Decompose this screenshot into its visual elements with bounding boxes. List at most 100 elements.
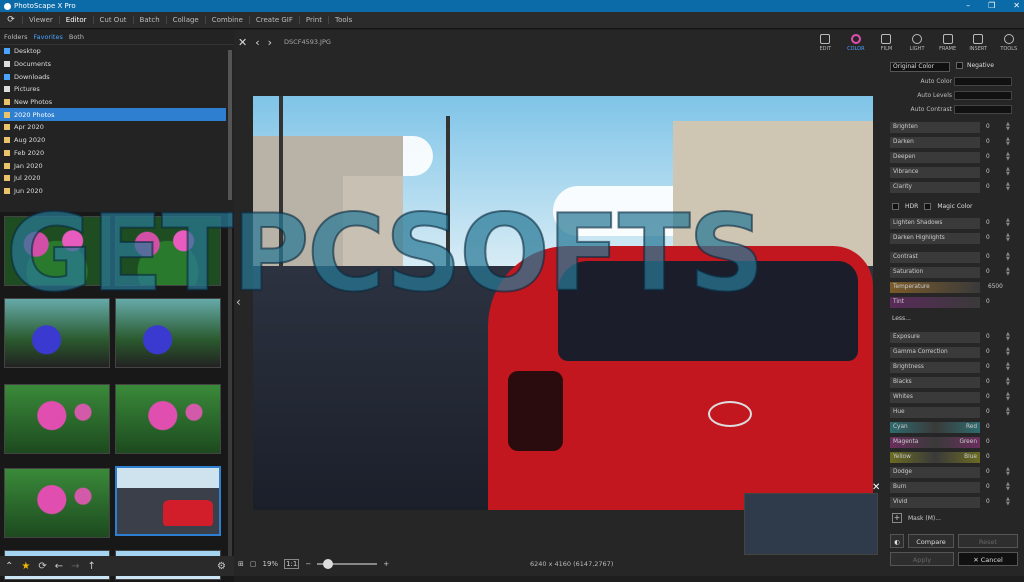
stepper-icon[interactable]: ▲ ▼ [1006, 407, 1010, 417]
menu-editor[interactable]: Editor [58, 16, 93, 24]
compare-split-icon[interactable]: ◐ [890, 534, 904, 548]
tab-folders[interactable]: Folders [4, 33, 27, 41]
slider-darken[interactable]: Darken 0 ▲ ▼ [890, 137, 1018, 149]
stepper-icon[interactable]: ▲ ▼ [1006, 218, 1010, 228]
folder-item[interactable]: Downloads [0, 70, 234, 83]
maximize-button[interactable]: ❐ [988, 0, 995, 12]
slider-magenta-green[interactable]: Magenta Green [890, 437, 980, 448]
folder-item[interactable]: Pictures [0, 83, 234, 96]
auto-contrast-select[interactable] [954, 105, 1012, 114]
stepper-icon[interactable]: ▲ ▼ [1006, 482, 1010, 492]
tool-light[interactable]: LIGHT [902, 30, 933, 56]
less-toggle[interactable]: Less... [892, 315, 911, 322]
parent-folder-icon[interactable]: ↑ [88, 561, 96, 572]
menu-tools[interactable]: Tools [327, 16, 358, 24]
minimize-button[interactable]: – [966, 0, 970, 12]
color-mode-select[interactable]: Original Color [890, 62, 950, 72]
refresh-icon[interactable]: ⟳ [38, 561, 46, 572]
folder-scrollbar[interactable] [228, 50, 232, 200]
forward-arrow-icon[interactable]: → [71, 561, 79, 572]
tool-color[interactable]: COLOR [841, 30, 872, 56]
gear-icon[interactable]: ⚙ [217, 561, 226, 572]
prev-image-icon[interactable]: ‹ [255, 36, 259, 49]
tab-both[interactable]: Both [69, 33, 84, 41]
plus-icon[interactable]: + [892, 513, 902, 523]
slider-value[interactable]: 0 [986, 454, 990, 460]
folder-item[interactable]: Jul 2020 [0, 172, 234, 185]
stepper-icon[interactable]: ▲ ▼ [1006, 167, 1010, 177]
cancel-button[interactable]: ✕ Cancel [958, 552, 1018, 566]
negative-checkbox[interactable] [956, 62, 963, 69]
menu-print[interactable]: Print [298, 16, 328, 24]
menu-viewer[interactable]: Viewer [22, 16, 59, 24]
home-icon[interactable]: ⟳ [0, 15, 22, 25]
slider-value[interactable]: 0 [986, 154, 990, 160]
stepper-icon[interactable]: ▲ ▼ [1006, 347, 1010, 357]
slider-whites[interactable]: Whites 0 ▲ ▼ [890, 392, 1018, 404]
stepper-icon[interactable]: ▲ ▼ [1006, 362, 1010, 372]
up-arrow-icon[interactable]: ⌃ [5, 561, 13, 572]
slider-value[interactable]: 0 [986, 409, 990, 415]
auto-levels-select[interactable] [954, 91, 1012, 100]
folder-item[interactable]: Jun 2020 [0, 185, 234, 198]
slider-tint[interactable]: Tint 0 [890, 297, 1018, 309]
zoom-in-icon[interactable]: + [383, 560, 389, 568]
slider-value[interactable]: 0 [986, 499, 990, 505]
thumbnail[interactable] [4, 384, 110, 454]
close-histogram-icon[interactable]: ✕ [872, 482, 880, 493]
menu-create-gif[interactable]: Create GIF [248, 16, 299, 24]
slider-hue[interactable]: Hue 0 ▲ ▼ [890, 407, 1018, 419]
folder-item[interactable]: Desktop [0, 45, 234, 58]
stepper-icon[interactable]: ▲ ▼ [1006, 137, 1010, 147]
slider-burn[interactable]: Burn 0 ▲ ▼ [890, 482, 1018, 494]
slider-value[interactable]: 0 [986, 235, 990, 241]
balance-value[interactable]: 0 [986, 437, 1016, 449]
tool-frame[interactable]: FRAME [932, 30, 963, 56]
slider-clarity[interactable]: Clarity 0 ▲ ▼ [890, 182, 1018, 194]
slider-darken-highlights[interactable]: Darken Highlights 0 ▲ ▼ [890, 233, 1018, 245]
thumbnail[interactable] [4, 298, 110, 368]
folder-item[interactable]: Apr 2020 [0, 121, 234, 134]
zoom-slider[interactable] [317, 559, 378, 569]
slider-value[interactable]: 0 [986, 484, 990, 490]
close-icon[interactable]: ✕ [238, 36, 247, 49]
stepper-icon[interactable]: ▲ ▼ [1006, 497, 1010, 507]
tab-favorites[interactable]: Favorites [33, 33, 62, 41]
thumbnail-selected[interactable] [115, 466, 221, 536]
slider-value[interactable]: 0 [986, 424, 990, 430]
folder-item-selected[interactable]: 2020 Photos [0, 108, 226, 122]
stepper-icon[interactable]: ▲ ▼ [1006, 252, 1010, 262]
next-image-icon[interactable]: › [268, 36, 272, 49]
slider-value[interactable]: 0 [986, 269, 990, 275]
apply-button[interactable]: Apply [890, 552, 954, 566]
slider-cyan-red[interactable]: Cyan Red [890, 422, 980, 433]
stepper-icon[interactable]: ▲ ▼ [1006, 152, 1010, 162]
slider-brightness[interactable]: Brightness 0 ▲ ▼ [890, 362, 1018, 374]
folder-item[interactable]: Feb 2020 [0, 147, 234, 160]
slider-value[interactable]: 0 [986, 379, 990, 385]
tool-edit[interactable]: EDIT [810, 30, 841, 56]
reset-button[interactable]: Reset [958, 534, 1018, 548]
slider-exposure[interactable]: Exposure 0 ▲ ▼ [890, 332, 1018, 344]
zoom-1to1-button[interactable]: 1:1 [284, 559, 300, 569]
hdr-checkbox[interactable] [892, 203, 899, 210]
slider-value[interactable]: 0 [986, 254, 990, 260]
stepper-icon[interactable]: ▲ ▼ [1006, 182, 1010, 192]
thumbnail-scrollbar[interactable] [228, 212, 232, 572]
slider-brighten[interactable]: Brighten 0 ▲ ▼ [890, 122, 1018, 134]
auto-color-select[interactable] [954, 77, 1012, 86]
back-arrow-icon[interactable]: ← [55, 561, 63, 572]
slider-vibrance[interactable]: Vibrance 0 ▲ ▼ [890, 167, 1018, 179]
balance-value[interactable]: 0 [986, 452, 1016, 464]
compare-button[interactable]: Compare [908, 534, 954, 548]
slider-value[interactable]: 0 [986, 439, 990, 445]
tool-insert[interactable]: INSERT [963, 30, 994, 56]
folder-item[interactable]: Documents [0, 58, 234, 71]
slider-value[interactable]: 0 [986, 220, 990, 226]
menu-cutout[interactable]: Cut Out [92, 16, 133, 24]
slider-value[interactable]: 0 [986, 469, 990, 475]
thumbnail[interactable] [115, 384, 221, 454]
menu-combine[interactable]: Combine [204, 16, 249, 24]
stepper-icon[interactable]: ▲ ▼ [1006, 122, 1010, 132]
magic-color-checkbox[interactable] [924, 203, 932, 210]
